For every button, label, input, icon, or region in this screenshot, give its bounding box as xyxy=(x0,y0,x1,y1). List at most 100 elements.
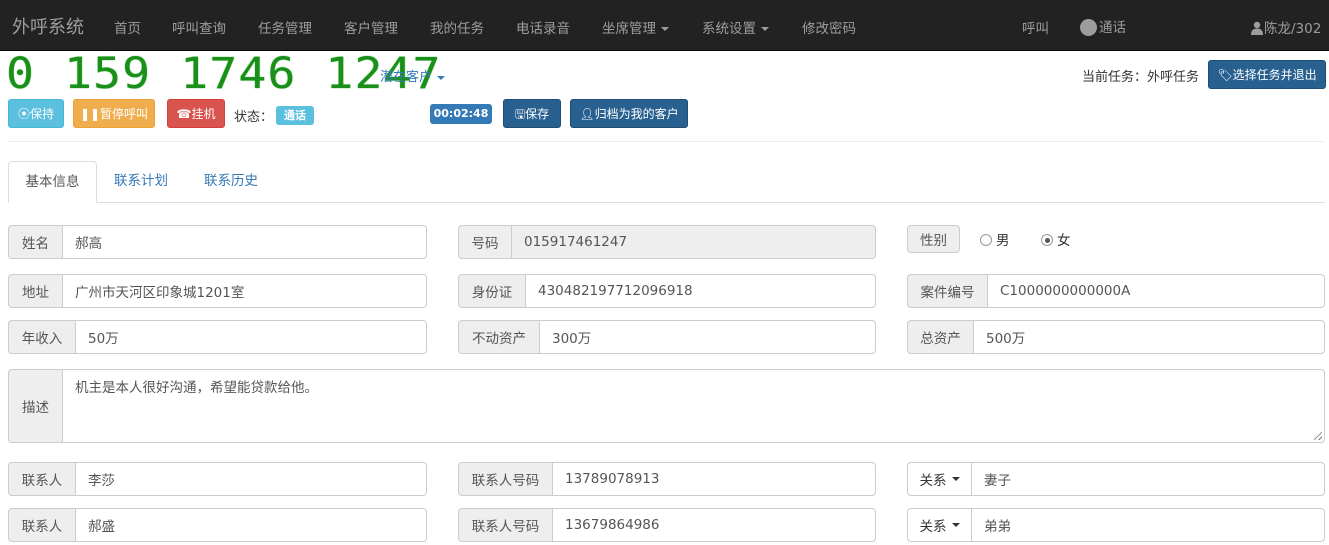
user-icon: 👤︎ xyxy=(579,107,595,121)
case-group: 案件编号 C1000000000000A xyxy=(907,274,1325,308)
contact1-relation-group: 关系 妻子 xyxy=(907,462,1325,496)
select-task-exit-label: 选择任务并退出 xyxy=(1232,68,1317,82)
contact1-name-input[interactable]: 李莎 xyxy=(75,462,427,496)
description-textarea[interactable]: 机主是本人很好沟通，希望能贷款给他。 xyxy=(62,369,1325,443)
nav-change-password[interactable]: 修改密码 xyxy=(802,17,856,37)
contact1-phone-label: 联系人号码 xyxy=(458,462,552,496)
nav-call-query[interactable]: 呼叫查询 xyxy=(172,17,226,37)
gender-male-radio[interactable]: 男 xyxy=(980,229,1010,249)
brand-title[interactable]: 外呼系统 xyxy=(12,13,84,39)
radio-checked-icon xyxy=(1041,234,1053,246)
gender-female-label: 女 xyxy=(1057,233,1071,249)
save-icon: 🖫︎ xyxy=(514,107,526,121)
caret-down-icon xyxy=(761,27,769,31)
case-input[interactable]: C1000000000000A xyxy=(987,274,1325,308)
contact2-relation-label: 关系 xyxy=(919,519,947,535)
phone-group: 号码 015917461247 xyxy=(458,225,876,259)
nav-my-tasks[interactable]: 我的任务 xyxy=(430,17,484,37)
contact1-phone-input[interactable]: 13789078913 xyxy=(552,462,876,496)
nav-home[interactable]: 首页 xyxy=(114,17,141,37)
tab-contact-plan[interactable]: 联系计划 xyxy=(114,161,168,203)
nav-call-status-label: 通话 xyxy=(1099,20,1126,36)
user-icon xyxy=(1251,21,1263,35)
customer-type-label: 潜在客户 xyxy=(380,70,433,85)
realestate-input[interactable]: 300万 xyxy=(539,320,876,354)
contact2-name-input[interactable]: 郝盛 xyxy=(75,508,427,542)
phone-number-display: 0 159 1746 1247 xyxy=(6,53,441,96)
tag-icon: 🏷︎ xyxy=(1217,68,1233,82)
select-task-exit-button[interactable]: 🏷︎选择任务并退出 xyxy=(1208,60,1326,89)
caret-down-icon xyxy=(661,27,669,31)
pause-icon: ❚❚ xyxy=(79,107,101,121)
contact2-name-group: 联系人 郝盛 xyxy=(8,508,427,542)
contact2-phone-group: 联系人号码 13679864986 xyxy=(458,508,876,542)
save-label: 保存 xyxy=(525,107,550,121)
nav-call-recordings[interactable]: 电话录音 xyxy=(516,17,570,37)
top-navbar: 外呼系统 首页 呼叫查询 任务管理 客户管理 我的任务 电话录音 坐席管理 系统… xyxy=(0,0,1329,51)
archive-customer-button[interactable]: 👤︎归档为我的客户 xyxy=(570,99,688,128)
gender-male-label: 男 xyxy=(996,233,1010,249)
contact1-relation-label: 关系 xyxy=(919,473,947,489)
caret-down-icon xyxy=(951,477,960,481)
contact1-name-group: 联系人 李莎 xyxy=(8,462,427,496)
current-task: 当前任务：外呼任务 xyxy=(1082,66,1199,85)
nav-user[interactable]: 陈龙/302 xyxy=(1250,17,1321,37)
hangup-label: 挂机 xyxy=(191,107,216,121)
nav-call-status[interactable]: 通话 xyxy=(1080,16,1126,36)
save-button[interactable]: 🖫︎保存 xyxy=(503,99,561,128)
status-label: 状态： xyxy=(234,110,274,125)
contact2-relation-group: 关系 弟弟 xyxy=(907,508,1325,542)
name-input[interactable]: 郝高 xyxy=(62,225,427,259)
current-task-prefix: 当前任务： xyxy=(1082,70,1148,85)
name-group: 姓名 郝高 xyxy=(8,225,427,259)
name-label: 姓名 xyxy=(8,225,62,259)
contact2-relation-input[interactable]: 弟弟 xyxy=(971,508,1325,542)
id-input[interactable]: 430482197712096918 xyxy=(525,274,876,308)
address-group: 地址 广州市天河区印象城1201室 xyxy=(8,274,427,308)
phone-label: 号码 xyxy=(458,225,511,259)
archive-customer-label: 归档为我的客户 xyxy=(594,107,679,121)
hangup-button[interactable]: ☎挂机 xyxy=(167,99,225,128)
hold-button[interactable]: ⦿保持 xyxy=(8,99,64,128)
phone-icon: ☎ xyxy=(176,107,192,121)
gender-female-radio[interactable]: 女 xyxy=(1041,229,1071,249)
contact1-relation-dropdown[interactable]: 关系 xyxy=(907,462,971,496)
nav-customer-management[interactable]: 客户管理 xyxy=(344,17,398,37)
nav-call[interactable]: 呼叫 xyxy=(1022,17,1049,37)
pause-call-button[interactable]: ❚❚暂停呼叫 xyxy=(73,99,155,128)
contact2-relation-dropdown[interactable]: 关系 xyxy=(907,508,971,542)
customer-type-dropdown[interactable]: 潜在客户 xyxy=(380,66,446,85)
assets-input[interactable]: 500万 xyxy=(973,320,1325,354)
income-input[interactable]: 50万 xyxy=(75,320,427,354)
contact2-label: 联系人 xyxy=(8,508,75,542)
nav-agent-management[interactable]: 坐席管理 xyxy=(602,17,669,37)
caret-down-icon xyxy=(951,523,960,527)
contact2-phone-label: 联系人号码 xyxy=(458,508,552,542)
contact1-phone-group: 联系人号码 13789078913 xyxy=(458,462,876,496)
contact2-phone-input[interactable]: 13679864986 xyxy=(552,508,876,542)
phone-input[interactable]: 015917461247 xyxy=(511,225,876,259)
id-group: 身份证 430482197712096918 xyxy=(458,274,876,308)
caret-down-icon xyxy=(437,75,446,80)
realestate-group: 不动资产 300万 xyxy=(458,320,876,354)
tab-basic-info[interactable]: 基本信息 xyxy=(8,161,97,203)
gender-label: 性别 xyxy=(907,225,960,253)
realestate-label: 不动资产 xyxy=(458,320,539,354)
contact1-relation-input[interactable]: 妻子 xyxy=(971,462,1325,496)
description-text: 机主是本人很好沟通，希望能贷款给他。 xyxy=(75,380,318,396)
nav-agent-management-label: 坐席管理 xyxy=(602,21,656,37)
description-group: 描述 机主是本人很好沟通，希望能贷款给他。 xyxy=(8,369,1325,443)
divider xyxy=(8,141,1325,142)
assets-label: 总资产 xyxy=(907,320,973,354)
hold-icon: ⦿ xyxy=(17,107,30,121)
contact1-label: 联系人 xyxy=(8,462,75,496)
nav-system-settings-label: 系统设置 xyxy=(702,21,756,37)
income-label: 年收入 xyxy=(8,320,75,354)
nav-task-management[interactable]: 任务管理 xyxy=(258,17,312,37)
status-circle-icon xyxy=(1080,19,1097,36)
tab-contact-history[interactable]: 联系历史 xyxy=(204,161,258,203)
address-label: 地址 xyxy=(8,274,62,308)
address-input[interactable]: 广州市天河区印象城1201室 xyxy=(62,274,427,308)
nav-system-settings[interactable]: 系统设置 xyxy=(702,17,769,37)
resize-grip-icon[interactable] xyxy=(1314,432,1322,440)
